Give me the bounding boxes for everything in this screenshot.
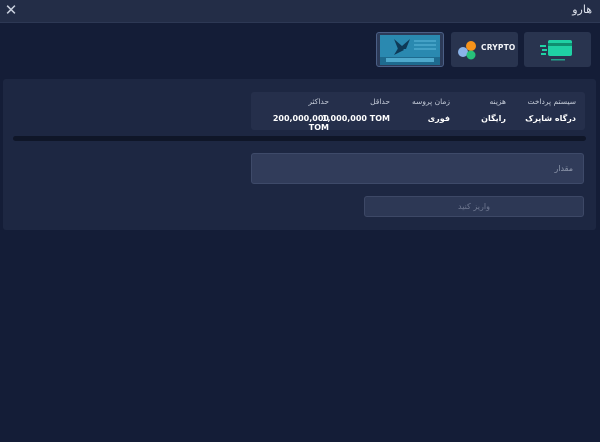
- min-label: حداقل: [370, 97, 390, 106]
- deposit-button[interactable]: واریز کنید: [364, 196, 584, 217]
- method-crypto-button[interactable]: CRYPTO: [451, 32, 518, 67]
- payment-system-value: درگاه شاپرک: [525, 114, 576, 123]
- fee-value: رایگان: [481, 114, 506, 123]
- info-max: حداکثر 200,000,000 TOM: [251, 97, 329, 132]
- process-time-label: زمان پروسه: [412, 97, 450, 106]
- close-icon[interactable]: ✕: [3, 1, 19, 19]
- bank-logo-icon: [380, 35, 440, 65]
- info-min: حداقل 1,000,000 TOM: [322, 97, 390, 123]
- info-process-time: زمان پروسه فوری: [412, 97, 450, 123]
- modal-header: ✕ هارو: [0, 0, 600, 23]
- max-label: حداکثر: [308, 97, 329, 106]
- payment-system-label: سیستم پرداخت: [527, 97, 576, 106]
- min-value: 1,000,000 TOM: [321, 114, 390, 123]
- credit-card-icon: [540, 40, 572, 61]
- amount-field[interactable]: [251, 153, 584, 184]
- max-value: 200,000,000 TOM: [272, 114, 329, 132]
- info-payment-system: سیستم پرداخت درگاه شاپرک: [525, 97, 576, 123]
- modal-title: هارو: [572, 3, 592, 16]
- method-bank-button[interactable]: [376, 32, 444, 67]
- process-time-value: فوری: [427, 114, 450, 123]
- info-fee: هزینه رایگان: [481, 97, 506, 123]
- crypto-label: CRYPTO: [481, 43, 516, 52]
- amount-input[interactable]: [252, 154, 583, 183]
- deposit-panel: سیستم پرداخت درگاه شاپرک هزینه رایگان زم…: [3, 79, 596, 230]
- payment-info: سیستم پرداخت درگاه شاپرک هزینه رایگان زم…: [251, 92, 585, 132]
- method-shaparak-button[interactable]: [524, 32, 591, 67]
- fee-label: هزینه: [489, 97, 506, 106]
- progress-track: [13, 136, 586, 141]
- payment-methods: CRYPTO: [0, 32, 600, 68]
- crypto-coins-icon: [458, 41, 476, 60]
